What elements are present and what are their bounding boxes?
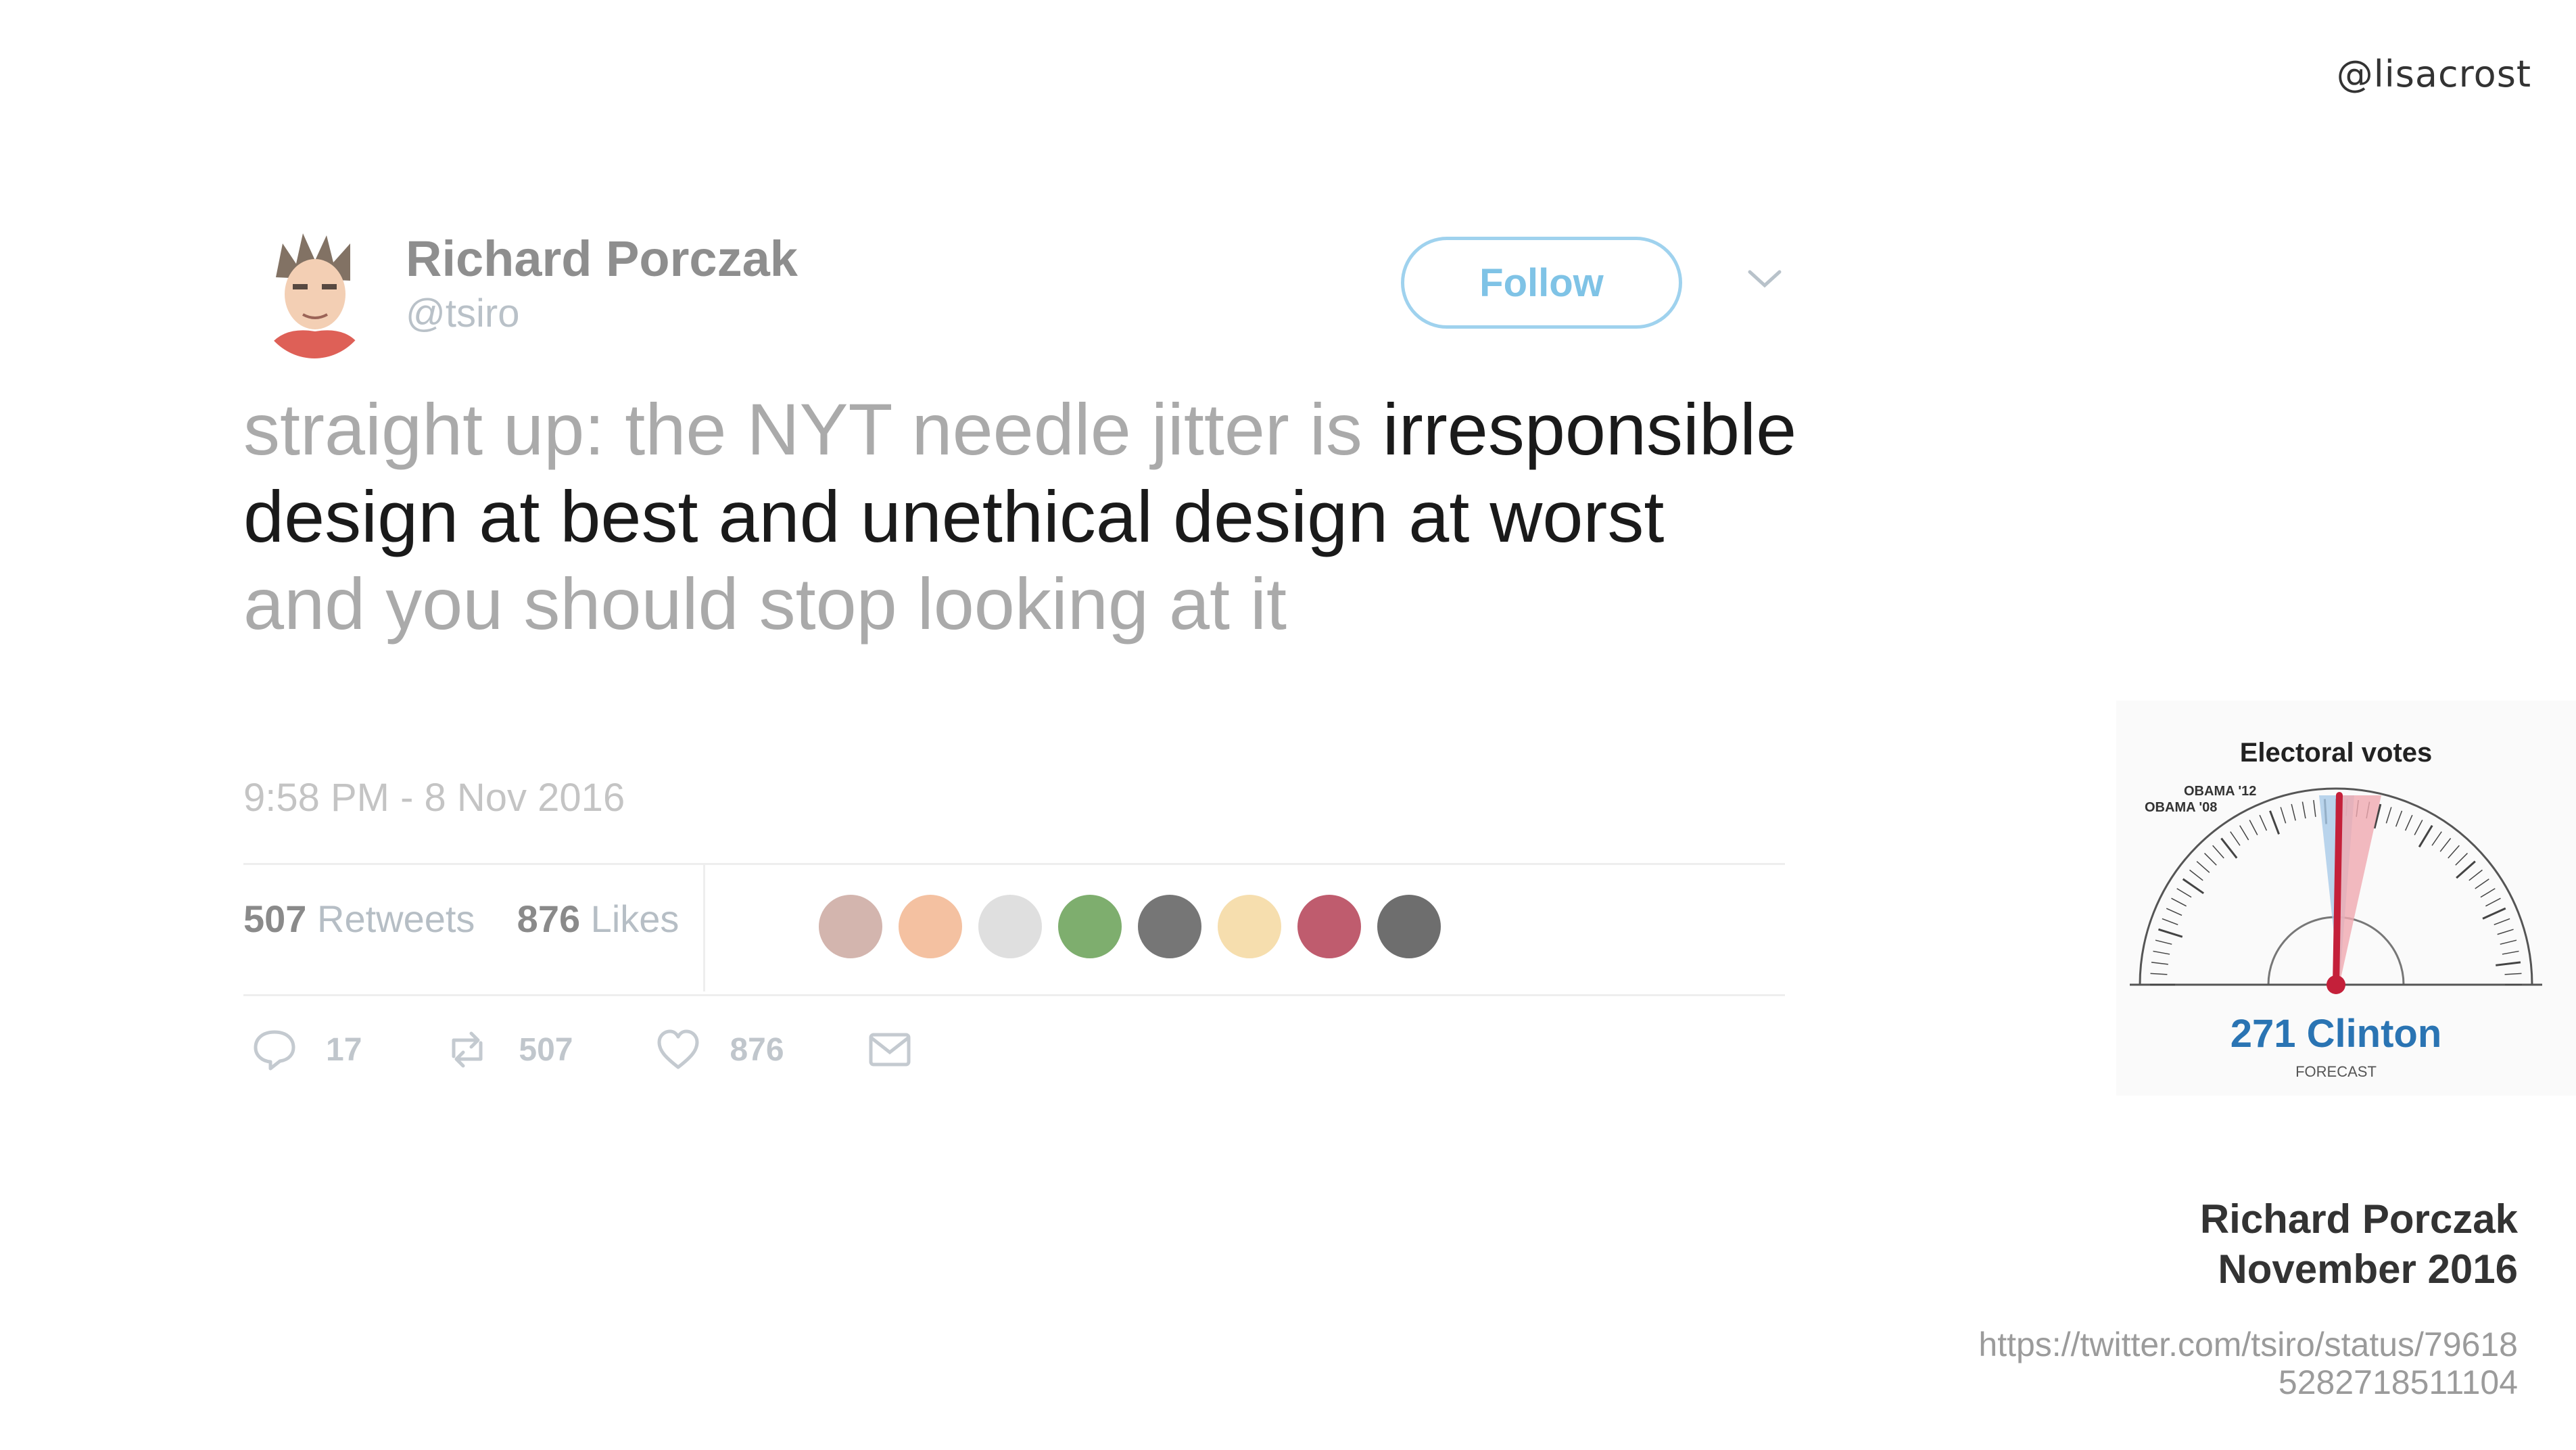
gauge-tick <box>2155 939 2172 945</box>
retweet-count: 507 <box>519 1031 573 1068</box>
gauge-tick <box>2385 807 2392 824</box>
likes-count[interactable]: 876 <box>517 897 580 940</box>
label-obama08: OBAMA '08 <box>2145 800 2217 815</box>
gauge-tick <box>2301 801 2306 819</box>
avatar[interactable] <box>817 893 884 960</box>
heart-icon <box>657 1029 699 1069</box>
follow-button[interactable]: Follow <box>1401 237 1682 329</box>
reply-icon <box>254 1030 295 1071</box>
tweet-text-lead: straight up: the NYT needle jitter is <box>243 388 1362 470</box>
avatar[interactable] <box>1056 893 1124 960</box>
gauge-tick <box>2418 824 2433 848</box>
attribution: Richard Porczak November 2016 <box>2200 1194 2518 1294</box>
gauge-tick <box>2482 907 2506 920</box>
presenter-handle: @lisacrost <box>2336 53 2531 95</box>
gauge-tick <box>2249 820 2258 835</box>
divider <box>243 994 1785 996</box>
gauge-tick <box>2475 879 2489 889</box>
attribution-date: November 2016 <box>2218 1246 2518 1292</box>
gauge-tick <box>2212 845 2224 859</box>
gauge-tick <box>2220 837 2238 859</box>
gauge-tick <box>2456 860 2476 879</box>
mail-icon <box>869 1033 911 1067</box>
like-button[interactable]: 876 <box>654 1025 784 1074</box>
gauge-tick <box>2313 799 2316 817</box>
tweet-timestamp[interactable]: 9:58 PM - 8 Nov 2016 <box>243 775 625 820</box>
gauge-tick <box>2150 973 2168 975</box>
gauge-tick <box>2500 939 2517 945</box>
gauge-tick <box>2439 838 2452 852</box>
gauge-tick <box>2448 845 2460 859</box>
direct-message-button[interactable] <box>865 1025 914 1074</box>
forecast-label: FORECAST <box>2295 1063 2377 1080</box>
forecast-value: 271 Clinton <box>2231 1012 2442 1056</box>
gauge-tick <box>2189 869 2203 881</box>
avatar[interactable] <box>256 230 373 358</box>
gauge-tick <box>2151 962 2168 965</box>
stats-divider <box>703 863 705 991</box>
gauge-tick <box>2280 807 2287 824</box>
avatar[interactable] <box>1375 893 1443 960</box>
reply-count: 17 <box>326 1031 362 1068</box>
gauge-tick <box>2269 810 2281 835</box>
gauge-tick <box>2162 918 2178 926</box>
retweets-count[interactable]: 507 <box>243 897 306 940</box>
tweet-actions: 17 507 876 <box>250 1025 995 1074</box>
gauge-tick <box>2259 814 2268 831</box>
gauge-tick <box>2176 888 2192 898</box>
attribution-name: Richard Porczak <box>2199 1196 2518 1242</box>
gauge-tick <box>2153 950 2170 955</box>
gauge-tick <box>2480 888 2496 898</box>
tweet-text-tail: and you should stop looking at it <box>243 563 1287 645</box>
gauge-tick <box>2502 950 2519 955</box>
divider <box>243 863 1785 865</box>
avatar[interactable] <box>1216 893 1283 960</box>
avatar[interactable] <box>976 893 1044 960</box>
needle-gauge: Electoral votes OBAMA '12 OBAMA '08 271 … <box>2130 738 2542 1080</box>
avatar[interactable] <box>897 893 964 960</box>
tweet-author-handle[interactable]: @tsiro <box>406 291 519 336</box>
likes-label[interactable]: Likes <box>591 897 679 940</box>
gauge-tick <box>2485 897 2501 907</box>
gauge-tick <box>2239 825 2249 841</box>
tweet-author-name[interactable]: Richard Porczak <box>406 230 798 287</box>
gauge-tick <box>2182 878 2204 895</box>
gauge-tick <box>2497 929 2514 935</box>
liker-avatars <box>817 893 1455 960</box>
tweet-stats: 507 Retweets 876 Likes <box>243 897 679 941</box>
gauge-tick <box>2494 918 2510 926</box>
gauge-tick <box>2496 961 2521 966</box>
retweets-label[interactable]: Retweets <box>317 897 475 940</box>
gauge-tick <box>2166 908 2183 916</box>
gauge-tick <box>2171 897 2187 907</box>
gauge-tick <box>2455 853 2468 866</box>
gauge-tick <box>2404 814 2413 831</box>
gauge-tick <box>2196 861 2210 873</box>
avatar[interactable] <box>1295 893 1363 960</box>
gauge-tick <box>2431 831 2442 846</box>
gauge-tick <box>2158 928 2183 938</box>
avatar[interactable] <box>1136 893 1203 960</box>
gauge-tick <box>2504 973 2522 975</box>
gauge-tick <box>2468 869 2483 881</box>
gauge-tick <box>2204 853 2217 866</box>
tweet-text: straight up: the NYT needle jitter is ir… <box>243 385 1798 647</box>
gauge-tick <box>2395 810 2403 827</box>
gauge-tick <box>2230 831 2241 846</box>
gauge-tick <box>2291 803 2296 821</box>
label-obama12: OBAMA '12 <box>2184 784 2256 799</box>
source-link[interactable]: https://twitter.com/tsiro/status/7961852… <box>1977 1326 2518 1401</box>
retweet-icon <box>452 1031 483 1068</box>
needle-title: Electoral votes <box>2240 738 2433 768</box>
reply-button[interactable]: 17 <box>250 1025 362 1074</box>
electoral-needle-graphic: Electoral votes OBAMA '12 OBAMA '08 271 … <box>2116 701 2576 1096</box>
like-count: 876 <box>730 1031 784 1068</box>
retweet-button[interactable]: 507 <box>443 1025 573 1074</box>
chevron-down-icon[interactable] <box>1744 265 1785 292</box>
gauge-tick <box>2414 820 2423 835</box>
